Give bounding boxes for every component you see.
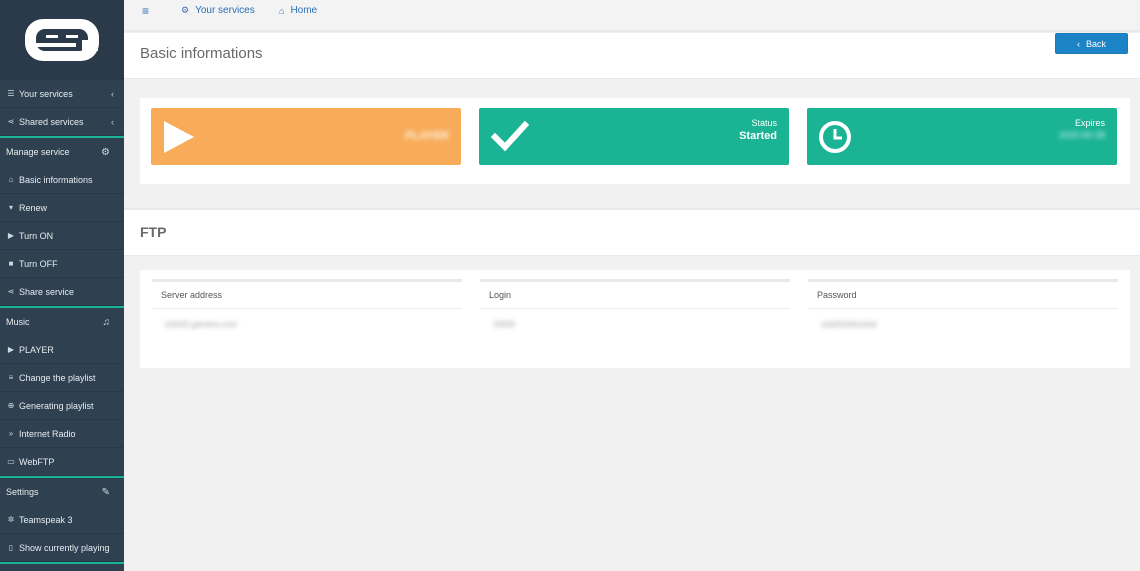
sidebar-item-label: Change the playlist [19,372,96,383]
sidebar-item-shared-services[interactable]: ⋖ Shared services ‹ [0,108,124,136]
section-label: Music [6,317,30,327]
section-label: Settings [6,487,39,497]
chevron-left-icon: ‹ [1076,38,1080,49]
checkmark-icon [491,121,529,152]
sidebar-item-your-services[interactable]: ☰ Your services ‹ [0,80,124,108]
player-card-label: PLAYER [405,130,449,142]
player-card[interactable]: PLAYER [151,108,461,165]
login-value: 20000 [493,319,516,329]
sidebar-item-basic-informations[interactable]: ⌂ Basic informations [0,166,124,194]
ftp-details-panel: Server address ts3n02.gamehs.com Login 2… [140,270,1130,368]
sidebar-item-label: Turn OFF [19,258,58,269]
sidebar-item-label: Teamspeak 3 [19,514,73,525]
home-icon: ⌂ [279,5,285,16]
sidebar-item-label: Turn ON [19,230,54,241]
sidebar-item-label: Basic informations [19,174,93,185]
share-icon: ⋖ [7,287,15,296]
logo-area [0,0,124,80]
topbar-link-label: Your services [195,5,255,16]
info-cards-panel: PLAYER Status Started Expires 2020-00-28 [140,98,1130,184]
column-header: Login [480,282,790,309]
topbar-link-label: Home [290,5,318,16]
expires-card: Expires 2020-00-28 [807,108,1117,165]
wrench-icon: ✎ [101,486,110,498]
hamburger-menu-icon[interactable]: ≡ [142,4,149,18]
stop-icon: ■ [8,259,14,268]
topbar-your-services-link[interactable]: ⚙ Your services [181,5,255,16]
home-icon: ⌂ [8,175,14,184]
server-address-value: ts3n02.gamehs.com [165,319,238,329]
sidebar-item-label: Generating playlist [19,400,94,411]
sidebar-item-label: WebFTP [19,456,55,467]
sidebar-section-next[interactable] [0,562,124,571]
play-icon: ▶ [7,231,15,240]
sidebar-item-label: Renew [19,202,48,213]
gear-icon: ✲ [7,515,15,524]
chevron-left-icon: ‹ [111,116,114,127]
password-value: u0a5f2d3e2a5d [821,319,877,329]
topbar-home-link[interactable]: ⌂ Home [279,5,317,16]
sidebar-item-label: Your services [19,88,73,99]
sidebar-item-renew[interactable]: ▾ Renew [0,194,124,222]
sidebar-item-label: Share service [19,286,75,297]
logo-icon [25,19,99,61]
ftp-section-header: FTP [124,208,1140,256]
sidebar-item-label: Show currently playing [19,542,110,553]
gears-icon: ⚙ [181,5,190,15]
play-icon: ▶ [7,345,15,354]
ftp-column-password: Password u0a5f2d3e2a5d [808,279,1118,339]
clock-icon [819,121,851,153]
sidebar-item-label: PLAYER [19,344,54,355]
sidebar-item-webftp[interactable]: ▭ WebFTP [0,448,124,476]
list-icon: ≡ [8,373,14,382]
expires-value: 2020-00-28 [1058,130,1105,140]
list-icon: ☰ [7,89,15,98]
play-icon [164,121,194,153]
sidebar-item-label: Shared services [19,116,84,127]
expires-label: Expires [1074,118,1105,128]
status-value: Started [739,130,777,142]
ftp-column-login: Login 20000 [480,279,790,339]
sidebar-section-settings[interactable]: Settings ✎ [0,476,124,506]
sidebar-item-turn-on[interactable]: ▶ Turn ON [0,222,124,250]
column-header: Password [808,282,1118,309]
file-icon: ▯ [8,543,14,552]
music-note-icon: ♫ [102,316,111,328]
sidebar-section-music[interactable]: Music ♫ [0,306,124,336]
column-header: Server address [152,282,462,309]
sidebar-section-manage[interactable]: Manage service ⚙ [0,136,124,166]
sidebar-item-turn-off[interactable]: ■ Turn OFF [0,250,124,278]
sidebar-item-label: Internet Radio [19,428,76,439]
sidebar-item-share-service[interactable]: ⋖ Share service [0,278,124,306]
page-title: Basic informations [140,45,263,62]
status-label: Status [751,118,777,128]
chevron-left-icon: ‹ [111,88,114,99]
sidebar-item-show-currently-playing[interactable]: ▯ Show currently playing [0,534,124,562]
sidebar: ☰ Your services ‹ ⋖ Shared services ‹ Ma… [0,0,124,571]
sidebar-item-internet-radio[interactable]: » Internet Radio [0,420,124,448]
topbar: ≡ ⚙ Your services ⌂ Home [124,0,1140,32]
rss-icon: » [8,429,14,438]
section-label: Manage service [6,147,70,157]
status-card: Status Started [479,108,789,165]
folder-icon: ▭ [7,457,15,466]
ftp-column-server-address: Server address ts3n02.gamehs.com [152,279,462,339]
sidebar-item-generating-playlist[interactable]: ⊕ Generating playlist [0,392,124,420]
sidebar-item-player[interactable]: ▶ PLAYER [0,336,124,364]
sidebar-item-teamspeak[interactable]: ✲ Teamspeak 3 [0,506,124,534]
back-button[interactable]: ‹ Back [1055,33,1128,54]
back-button-label: Back [1085,38,1106,49]
share-icon: ⋖ [7,117,15,126]
sidebar-item-change-playlist[interactable]: ≡ Change the playlist [0,364,124,392]
plus-circle-icon: ⊕ [7,401,15,410]
gears-icon: ⚙ [101,146,110,158]
cart-icon: ▾ [8,203,13,212]
ftp-title: FTP [140,224,167,240]
page-header: Basic informations ‹ Back [124,33,1140,79]
